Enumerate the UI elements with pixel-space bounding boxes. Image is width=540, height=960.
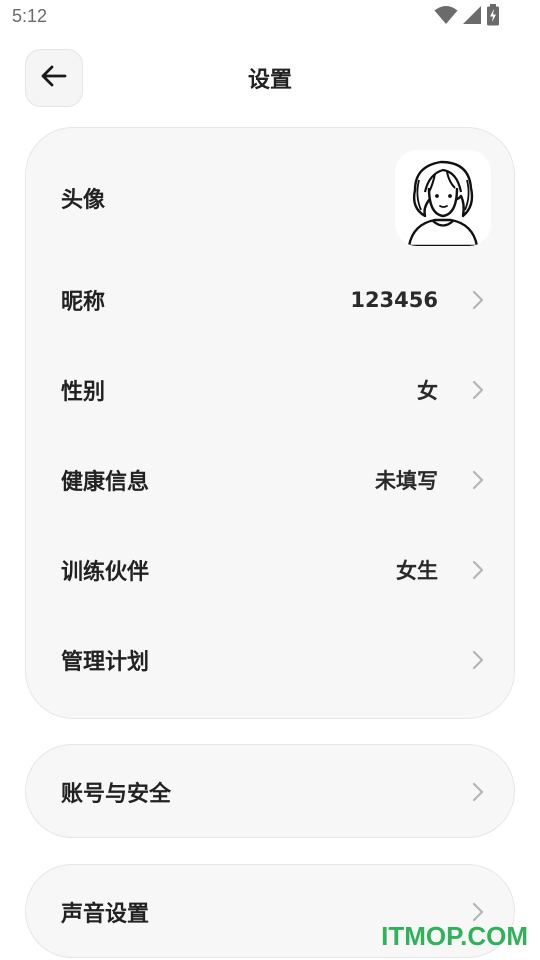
gender-label: 性别 — [61, 380, 106, 405]
gender-value: 女 — [417, 379, 438, 403]
nickname-row[interactable]: 昵称 123456 — [26, 265, 514, 335]
gender-row[interactable]: 性别 女 — [26, 355, 514, 425]
profile-card: 头像 昵称 123456 性别 女 健康信息 未填写 训练伙伴 女生 管理计划 — [25, 127, 515, 719]
health-info-row[interactable]: 健康信息 未填写 — [26, 445, 514, 515]
avatar-label: 头像 — [61, 188, 106, 213]
account-security-row[interactable]: 账号与安全 — [26, 757, 514, 827]
account-security-label: 账号与安全 — [61, 782, 172, 807]
training-partner-label: 训练伙伴 — [61, 560, 150, 585]
chevron-right-icon — [472, 649, 484, 671]
chevron-right-icon — [472, 559, 484, 581]
chevron-right-icon — [472, 901, 484, 923]
nickname-label: 昵称 — [61, 290, 106, 315]
chevron-right-icon — [472, 289, 484, 311]
watermark: ITMOP.COM — [381, 921, 528, 951]
manage-plan-row[interactable]: 管理计划 — [26, 625, 514, 695]
training-partner-row[interactable]: 训练伙伴 女生 — [26, 535, 514, 605]
nickname-value: 123456 — [350, 288, 438, 312]
wifi-icon — [434, 5, 458, 29]
health-info-value: 未填写 — [375, 469, 438, 493]
sound-settings-label: 声音设置 — [61, 902, 150, 927]
page-title: 设置 — [247, 68, 292, 93]
chevron-right-icon — [472, 781, 484, 803]
status-icons — [434, 4, 500, 30]
account-security-card[interactable]: 账号与安全 — [25, 744, 515, 838]
status-time: 5:12 — [12, 6, 48, 26]
chevron-right-icon — [472, 379, 484, 401]
manage-plan-label: 管理计划 — [61, 650, 150, 675]
chevron-right-icon — [472, 469, 484, 491]
cellular-signal-icon — [462, 5, 482, 29]
training-partner-value: 女生 — [396, 559, 438, 583]
avatar[interactable] — [395, 150, 491, 246]
health-info-label: 健康信息 — [61, 470, 150, 495]
status-bar: 5:12 — [0, 0, 540, 36]
battery-charging-icon — [486, 4, 500, 30]
